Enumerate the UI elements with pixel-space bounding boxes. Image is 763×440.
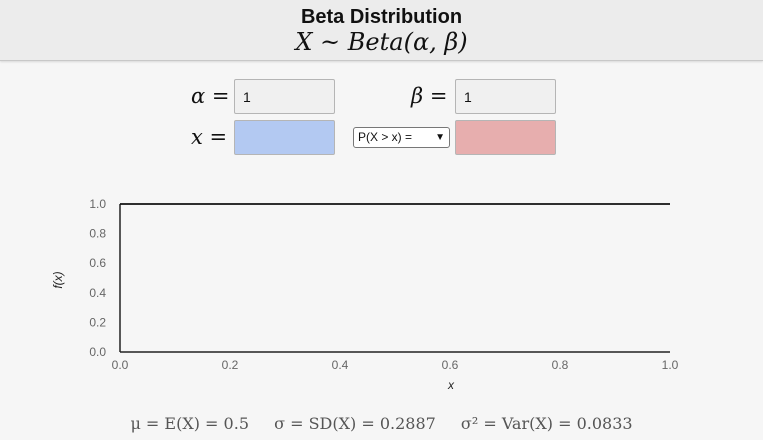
beta-input[interactable]: [455, 79, 556, 114]
probability-result-field[interactable]: [455, 120, 556, 155]
x-tick-label: 0.4: [332, 358, 349, 372]
x-label: x =: [191, 125, 228, 149]
x-tick-label: 0.8: [552, 358, 569, 372]
y-tick-label: 1.0: [89, 197, 106, 211]
probability-type-select[interactable]: P(X > x) = ▼: [353, 127, 450, 148]
density-chart: 0.0 0.2 0.4 0.6 0.8 1.0 0.0 0.2 0.4 0.6 0.8 1.0 x f(x…: [51, 197, 679, 392]
x-tick-label: 0.0: [112, 358, 129, 372]
x-tick-label: 0.2: [222, 358, 239, 372]
page-title: Beta Distribution: [300, 6, 463, 28]
variance-stat: σ² = Var(X) = 0.0833: [460, 414, 633, 433]
beta-label: β =: [411, 84, 448, 108]
y-tick-label: 0.4: [89, 286, 106, 300]
x-axis-title: x: [447, 378, 455, 392]
mean-stat: μ = E(X) = 0.5: [130, 414, 249, 433]
probability-type-selected: P(X > x) =: [358, 130, 413, 144]
distribution-formula: X ~ Beta(α, β): [295, 28, 468, 56]
y-axis-title: f(x): [51, 271, 65, 288]
alpha-input[interactable]: [234, 79, 335, 114]
summary-stats: μ = E(X) = 0.5 σ = SD(X) = 0.2887 σ² = V…: [0, 414, 763, 433]
y-tick-label: 0.6: [89, 256, 106, 270]
page-header: Beta Distribution X ~ Beta(α, β): [0, 0, 763, 61]
y-tick-label: 0.0: [89, 345, 106, 359]
y-tick-label: 0.8: [89, 227, 106, 241]
x-tick-label: 1.0: [662, 358, 679, 372]
y-tick-label: 0.2: [89, 315, 106, 329]
x-tick-label: 0.6: [442, 358, 459, 372]
alpha-label: α =: [191, 84, 230, 108]
x-input[interactable]: [234, 120, 335, 155]
chevron-down-icon: ▼: [435, 132, 445, 143]
sd-stat: σ = SD(X) = 0.2887: [274, 414, 436, 433]
